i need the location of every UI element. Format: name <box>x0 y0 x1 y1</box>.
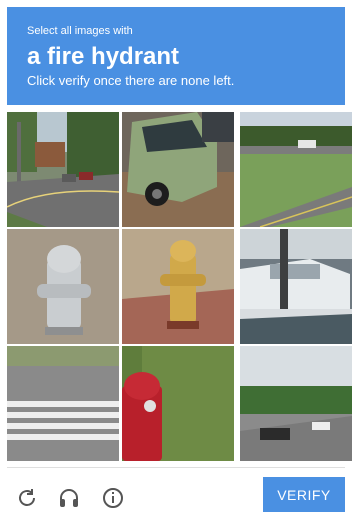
image-tile[interactable] <box>7 346 119 461</box>
image-tile[interactable] <box>122 346 234 461</box>
headphones-icon <box>60 489 78 507</box>
reload-icon <box>19 489 35 506</box>
image-tile[interactable] <box>7 229 119 344</box>
instruction-pre: Select all images with <box>27 25 133 37</box>
tile-image <box>122 112 234 227</box>
audio-challenge-button[interactable] <box>55 484 83 512</box>
tile-image <box>122 346 234 461</box>
verify-button[interactable]: VERIFY <box>263 477 345 512</box>
tile-image <box>7 229 119 344</box>
info-button[interactable] <box>99 484 127 512</box>
tile-image <box>240 112 352 227</box>
tile-image <box>122 229 234 344</box>
info-icon <box>103 488 123 508</box>
image-tile[interactable] <box>7 112 119 227</box>
reload-button[interactable] <box>13 484 41 512</box>
image-tile[interactable] <box>122 229 234 344</box>
tile-image <box>7 112 119 227</box>
image-grid <box>7 112 352 461</box>
tile-image <box>240 229 352 344</box>
image-tile[interactable] <box>122 112 234 227</box>
instruction-header: Select all images with a fire hydrant Cl… <box>7 7 345 105</box>
instruction-target: a fire hydrant <box>27 43 180 70</box>
footer-divider <box>7 467 345 468</box>
image-tile[interactable] <box>240 112 352 227</box>
image-tile[interactable] <box>240 346 352 461</box>
tile-image <box>240 346 352 461</box>
image-tile[interactable] <box>240 229 352 344</box>
tile-image <box>7 346 119 461</box>
captcha-challenge: Select all images with a fire hydrant Cl… <box>0 0 352 512</box>
instruction-post: Click verify once there are none left. <box>27 73 235 88</box>
